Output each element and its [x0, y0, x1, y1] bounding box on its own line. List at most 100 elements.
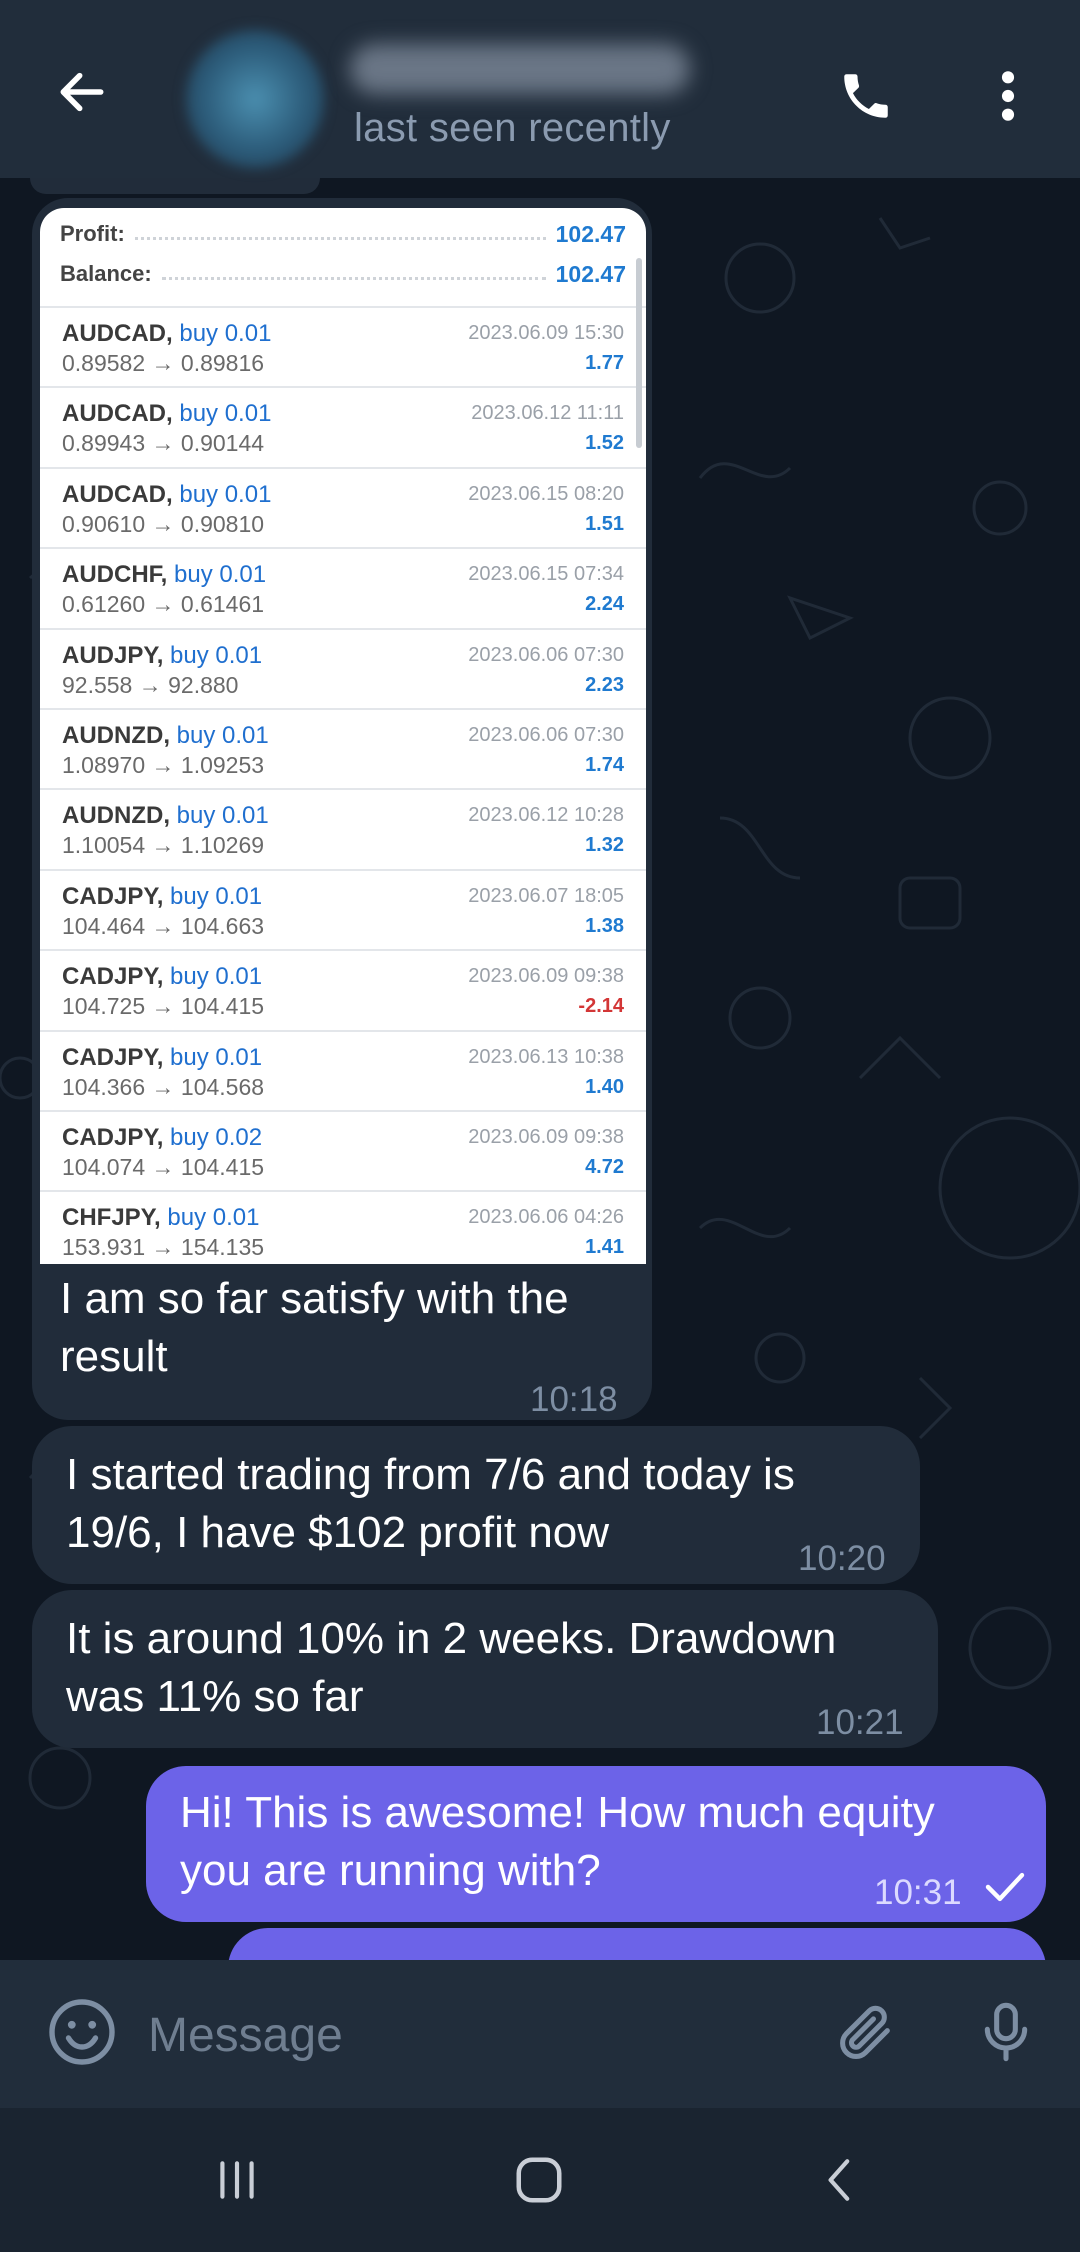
nav-back-icon — [828, 2159, 850, 2201]
trade-direction: buy 0.01 — [170, 1043, 263, 1071]
trade-profit: 1.32 — [585, 834, 624, 857]
trade-row: CADJPY, buy 0.02 104.074 → 104.415 2023.06… — [40, 1112, 646, 1193]
trade-direction: buy 0.01 — [170, 963, 263, 991]
trade-symbol: AUDCAD, buy 0.01 — [62, 400, 271, 428]
phone-icon — [844, 74, 888, 118]
trade-profit: 2.23 — [585, 673, 624, 696]
summary-row-profit: Profit: 102.47 — [40, 214, 646, 254]
trade-direction: buy 0.01 — [179, 320, 272, 347]
trade-symbol: AUDJPY, buy 0.01 — [62, 642, 262, 670]
trade-row: AUDCHF, buy 0.01 0.61260 → 0.61461 2023.06… — [40, 549, 646, 630]
trade-prices: 153.931 → 154.135 — [62, 1234, 265, 1261]
message-text: I started trading from 7/6 and today is … — [66, 1446, 795, 1562]
trade-row: AUDCAD, buy 0.01 0.90610 → 0.90810 2023.06… — [40, 469, 646, 550]
trade-date: 2023.06.15 07:34 — [468, 563, 624, 586]
trade-prices: 0.90610 → 0.90810 — [62, 510, 265, 537]
back-arrow-icon — [60, 72, 104, 112]
trade-row: CHFJPY, buy 0.01 153.931 → 154.135 2023.06… — [40, 1192, 646, 1264]
recents-button[interactable] — [192, 2144, 282, 2216]
trade-prices: 0.89582 → 0.89816 — [62, 350, 265, 376]
trade-symbol: AUDNZD, buy 0.01 — [62, 722, 269, 750]
trade-profit: 1.74 — [585, 753, 624, 776]
trade-row: CADJPY, buy 0.01 104.464 → 104.663 2023.06… — [40, 871, 646, 952]
trade-profit: 1.52 — [585, 432, 624, 455]
trade-profit: 1.40 — [585, 1075, 624, 1098]
trade-date: 2023.06.06 04:26 — [468, 1206, 624, 1229]
photo-caption: I am so far satisfy with the result — [60, 1270, 620, 1386]
caption-line: I am so far satisfy with the — [60, 1274, 569, 1323]
trade-date: 2023.06.06 07:30 — [468, 723, 624, 746]
contact-name-redacted[interactable] — [350, 44, 690, 94]
trade-profit: 1.38 — [585, 914, 624, 937]
message-time: 10:20 — [798, 1539, 886, 1578]
trade-row: CADJPY, buy 0.01 104.366 → 104.568 2023.06… — [40, 1032, 646, 1112]
trade-direction: buy 0.01 — [170, 641, 263, 669]
emoji-button[interactable] — [44, 1994, 120, 2070]
trade-date: 2023.06.13 10:38 — [468, 1045, 624, 1068]
trade-direction: buy 0.01 — [167, 1204, 260, 1232]
trade-row: AUDJPY, buy 0.01 92.558 → 92.880 2023.06.0… — [40, 630, 646, 710]
trade-symbol: AUDNZD, buy 0.01 — [62, 802, 269, 830]
trade-date: 2023.06.07 18:05 — [468, 884, 624, 907]
more-vertical-icon — [1001, 71, 1015, 121]
trade-row: AUDCAD, buy 0.01 0.89582 → 0.89816 2023.06… — [40, 308, 646, 389]
trade-prices: 0.61260 → 0.61461 — [62, 591, 265, 618]
incoming-message[interactable]: I started trading from 7/6 and today is … — [32, 1426, 920, 1584]
message-line: It is around 10% in 2 weeks. Drawdown — [66, 1614, 837, 1663]
trade-direction: buy 0.01 — [176, 721, 269, 749]
trade-prices: 92.558 → 92.880 — [62, 671, 239, 698]
trade-row: AUDNZD, buy 0.01 1.08970 → 1.09253 2023.06… — [40, 710, 646, 791]
trade-symbol: CADJPY, buy 0.02 — [62, 1124, 262, 1152]
account-summary: Profit: 102.47 Balance: 102.47 — [40, 208, 646, 308]
attach-button[interactable] — [826, 1992, 906, 2072]
nav-back-button[interactable] — [796, 2144, 886, 2216]
emoji-icon — [49, 1999, 115, 2065]
symbol-text: AUDCHF, — [62, 561, 168, 589]
trade-profit: -2.14 — [578, 995, 624, 1018]
trade-direction: buy 0.01 — [179, 480, 272, 508]
trade-symbol: AUDCAD, buy 0.01 — [62, 481, 271, 509]
back-button[interactable] — [46, 56, 118, 128]
home-button[interactable] — [494, 2144, 584, 2216]
check-icon — [985, 1872, 1025, 1902]
more-options-button[interactable] — [978, 56, 1038, 136]
dotted-leader — [161, 268, 546, 280]
trade-direction: buy 0.01 — [170, 882, 263, 910]
outgoing-message-partial[interactable] — [228, 1928, 1046, 1960]
trade-row: AUDNZD, buy 0.01 1.10054 → 1.10269 2023.06… — [40, 790, 646, 871]
trade-symbol: CADJPY, buy 0.01 — [62, 883, 262, 911]
photo-scrollbar — [636, 258, 642, 448]
voice-message-button[interactable] — [966, 1992, 1046, 2072]
trade-profit: 1.51 — [585, 512, 624, 535]
symbol-text: AUDJPY, — [62, 641, 164, 669]
recents-icon — [220, 2161, 254, 2199]
contact-avatar[interactable] — [186, 30, 324, 168]
system-navigation-bar — [0, 2108, 1080, 2252]
outgoing-message[interactable]: Hi! This is awesome! How much equity you… — [146, 1766, 1046, 1922]
message-time: 10:18 — [530, 1380, 618, 1419]
photo-message[interactable]: Profit: 102.47 Balance: 102.47 AUDCAD, b… — [32, 198, 652, 1420]
trade-symbol: CADJPY, buy 0.01 — [62, 963, 262, 991]
trade-date: 2023.06.12 10:28 — [468, 804, 624, 827]
trade-date: 2023.06.12 11:11 — [471, 402, 624, 425]
trade-direction: buy 0.01 — [174, 561, 267, 589]
message-input[interactable] — [148, 2000, 788, 2070]
symbol-text: CADJPY, — [62, 1123, 164, 1151]
trade-date: 2023.06.09 09:38 — [468, 965, 624, 988]
symbol-text: AUDNZD, — [62, 802, 170, 830]
home-icon — [516, 2157, 562, 2203]
trade-symbol: CHFJPY, buy 0.01 — [62, 1204, 259, 1232]
trade-profit: 2.24 — [585, 593, 624, 616]
message-input-bar — [0, 1960, 1080, 2108]
trade-direction: buy 0.01 — [176, 802, 269, 830]
symbol-text: CHFJPY, — [62, 1204, 161, 1232]
incoming-message[interactable]: It is around 10% in 2 weeks. Drawdown wa… — [32, 1590, 938, 1748]
trade-list: AUDCAD, buy 0.01 0.89582 → 0.89816 2023.06… — [40, 308, 646, 1264]
call-button[interactable] — [826, 56, 906, 136]
chat-area[interactable]: Profit: 102.47 Balance: 102.47 AUDCAD, b… — [0, 178, 1080, 1960]
chat-header: last seen recently — [0, 0, 1080, 178]
microphone-icon — [984, 2002, 1028, 2062]
trade-row: AUDCAD, buy 0.01 0.89943 → 0.90144 2023.06… — [40, 388, 646, 469]
trade-history-screenshot[interactable]: Profit: 102.47 Balance: 102.47 AUDCAD, b… — [40, 208, 646, 1264]
symbol-text: CADJPY, — [62, 1043, 164, 1071]
